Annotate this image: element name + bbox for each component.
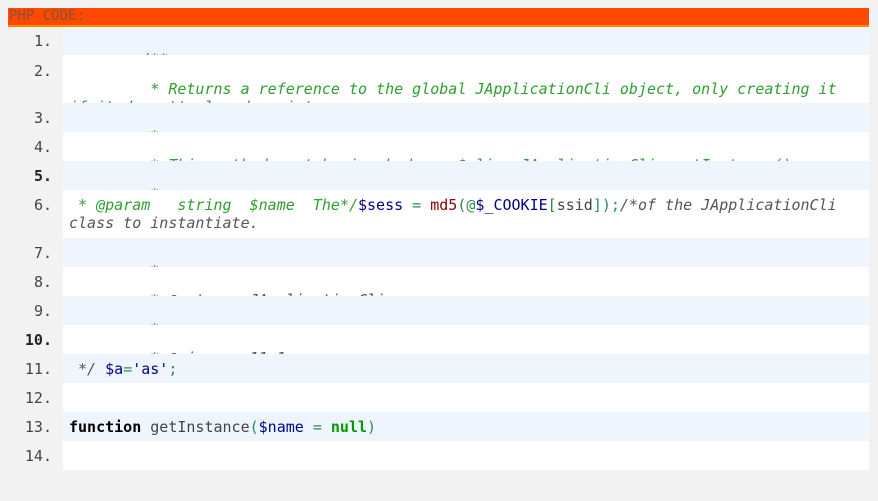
line-number: 12.: [24, 389, 52, 407]
comment-text: * @param string $name The*/: [69, 196, 358, 214]
code-line: 8. * @return JApplicationCli: [8, 267, 869, 309]
bracket: [: [547, 196, 557, 214]
code-line: 1. /**: [8, 27, 869, 68]
line-content: *: [63, 161, 869, 203]
code-line: 5. *: [8, 161, 869, 203]
line-number: 3.: [33, 109, 52, 127]
line-content: *: [63, 103, 869, 145]
line-content: */ $a='as';: [63, 354, 869, 383]
code-line: 7. *: [8, 238, 869, 280]
line-number: 1.: [33, 32, 52, 50]
semicolon: ;: [610, 196, 620, 214]
line-content: [63, 383, 869, 412]
line-content: * This method must be invoked as: $cli =…: [63, 132, 869, 174]
keyword-null: null: [330, 418, 368, 436]
line-number: 5.: [33, 167, 52, 185]
string-literal: 'as': [132, 360, 169, 378]
line-number: 7.: [33, 244, 52, 262]
code-line: 11. */ $a='as';: [8, 354, 869, 383]
code-line: 2. * Returns a reference to the global J…: [8, 55, 869, 116]
code-listing: 1. /** 2. * Returns a reference to the g…: [8, 27, 869, 470]
paren: ): [367, 418, 377, 436]
line-content: /**: [63, 27, 869, 68]
code-line: 12.: [8, 383, 869, 412]
line-content: [63, 441, 869, 470]
operator: =: [123, 360, 133, 378]
line-number: 4.: [33, 138, 52, 156]
code-line: 10. * @since 11.1: [8, 325, 869, 367]
function-md5: md5: [430, 196, 458, 214]
code-line: 13. function getInstance($name = null): [8, 412, 869, 441]
code-block: PHP CODE: 1. /** 2. * Returns a referenc…: [8, 8, 869, 470]
code-line: 9. *: [8, 296, 869, 338]
keyword-function: function: [69, 418, 142, 436]
line-number: 10.: [24, 331, 52, 349]
line-content: *: [63, 296, 869, 338]
operator: =: [403, 196, 431, 214]
line-number: 14.: [24, 447, 52, 465]
line-content: * @return JApplicationCli: [63, 267, 869, 309]
line-number: 6.: [33, 196, 52, 214]
line-number: 11.: [24, 360, 52, 378]
variable-sess: $sess: [358, 196, 404, 214]
line-number: 13.: [24, 418, 52, 436]
array-key: ssid: [556, 196, 593, 214]
code-header-title: PHP CODE:: [9, 8, 85, 24]
line-number: 9.: [33, 302, 52, 320]
line-number: 2.: [33, 62, 52, 80]
line-number: 8.: [33, 273, 52, 291]
line-content: * @param string $name The*/$sess = md5(@…: [63, 190, 869, 238]
code-header: PHP CODE:: [8, 8, 869, 27]
comment-text: */: [69, 360, 106, 378]
code-line: 4. * This method must be invoked as: $cl…: [8, 132, 869, 174]
semicolon: ;: [168, 360, 178, 378]
variable-a: $a: [105, 360, 124, 378]
code-line: 6. * @param string $name The*/$sess = md…: [8, 190, 869, 238]
paren: (: [249, 418, 259, 436]
variable-name: $name: [258, 418, 304, 436]
line-content: function getInstance($name = null): [63, 412, 869, 441]
line-content: *: [63, 238, 869, 280]
code-line: 14.: [8, 441, 869, 470]
function-name: getInstance: [141, 418, 250, 436]
variable-cookie: $_COOKIE: [475, 196, 548, 214]
line-content: * Returns a reference to the global JApp…: [63, 55, 869, 116]
line-content: * @since 11.1: [63, 325, 869, 367]
operator: =: [303, 418, 331, 436]
bracket: ]): [592, 196, 611, 214]
code-line: 3. *: [8, 103, 869, 145]
